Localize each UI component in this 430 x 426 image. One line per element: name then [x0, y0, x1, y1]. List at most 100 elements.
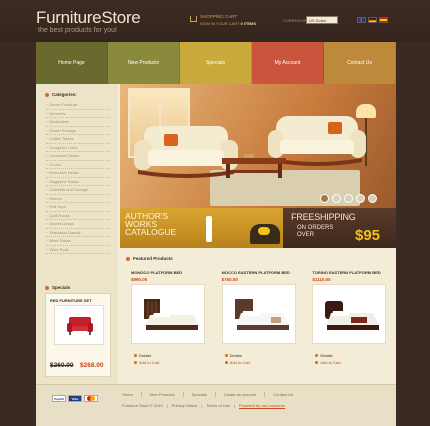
product-name[interactable]: MOCCO EASTERN PLATFORM BED [222, 270, 290, 275]
slide-dot[interactable] [320, 194, 329, 203]
categories-heading: Categories: [45, 92, 77, 97]
on-orders-text: ON ORDERS OVER [297, 225, 333, 239]
terms-link[interactable]: Terms of Use [206, 403, 230, 408]
bullet-icon [45, 92, 49, 97]
main-content: Categories: Home Furniture Armoires Book… [36, 84, 396, 426]
language-flags [357, 17, 388, 23]
slide-dots [320, 194, 377, 203]
product-card: MONOCO PLATFORM BED $990.00 Details Add … [126, 266, 210, 370]
category-item[interactable]: Wine Racks [46, 237, 110, 246]
product-price: $750.50 [221, 277, 238, 282]
copyright-text: Furniture Store © 2010 [122, 403, 163, 408]
category-item[interactable]: Cabinets and Storage [46, 186, 110, 195]
categories-title: Categories: [52, 92, 77, 97]
payment-icons: PayPal VISA [52, 395, 98, 402]
bed-icon [234, 299, 289, 330]
free-shipping-title: FREESHIPPING [291, 212, 356, 222]
product-image[interactable] [131, 284, 205, 344]
slide-dot[interactable] [332, 194, 341, 203]
slide-dot[interactable] [368, 194, 377, 203]
on-orders-line: ON ORDERS [297, 225, 334, 231]
slide-dot[interactable] [356, 194, 365, 203]
nav-new-products[interactable]: New Products [108, 42, 180, 84]
product-name[interactable]: MONOCO PLATFORM BED [131, 270, 182, 275]
category-item[interactable]: Mirrors [46, 195, 110, 203]
nav-specials[interactable]: Specials [180, 42, 252, 84]
flag-german-icon[interactable] [368, 17, 377, 23]
product-card: TORINO EASTERN PLATFORM BED $1110.00 Det… [307, 266, 391, 370]
separator: | [233, 403, 236, 408]
category-list: Home Furniture Armoires Bookcases Closet… [46, 101, 110, 254]
authors-catalogue-banner[interactable]: AUTHOR'S WORKS CATALOGUE [120, 208, 283, 248]
flag-spanish-icon[interactable] [379, 17, 388, 23]
bullet-icon [45, 285, 49, 290]
special-old-price: $260.00 [50, 362, 74, 369]
bed-icon [325, 301, 380, 330]
bed-icon [144, 299, 198, 330]
site-footer: PayPal VISA Home New Products Specials C… [36, 384, 396, 426]
product-details-link[interactable]: Details [225, 353, 242, 358]
add-to-cart-link[interactable]: Add to Cart [134, 360, 159, 365]
footer-link-contact-us[interactable]: Contact Us [265, 392, 301, 397]
separator: | [166, 403, 168, 408]
product-details-link[interactable]: Details [134, 353, 151, 358]
site-logo[interactable]: FurnitureStore [36, 8, 141, 28]
cart-info: NOW IN YOUR CART 0 ITEMS [200, 21, 256, 26]
shopping-cart-link[interactable]: SHOPPING CART [200, 14, 237, 19]
footer-links: Home New Products Specials Create an acc… [122, 392, 301, 397]
category-item[interactable]: Wine Pods [46, 246, 110, 254]
category-item[interactable]: Roll Tops [46, 203, 110, 212]
nav-my-account[interactable]: My Account [252, 42, 324, 84]
specials-heading: Specials [45, 285, 70, 290]
add-to-cart-link[interactable]: Add to Cart [315, 360, 340, 365]
footer-link-new-products[interactable]: New Products [142, 392, 184, 397]
category-item[interactable]: Coffee Tables [46, 135, 110, 144]
armchair-icon [67, 317, 93, 335]
special-product: RED FURNITURE SET $260.00 $268.00 [45, 293, 111, 377]
special-product-name[interactable]: RED FURNITURE SET [50, 298, 92, 303]
coffee-table-icon [222, 154, 286, 178]
product-name[interactable]: TORINO EASTERN PLATFORM BED [312, 270, 380, 275]
nav-contact-us[interactable]: Contact Us [324, 42, 396, 84]
product-details-link[interactable]: Details [315, 353, 332, 358]
add-to-cart-link[interactable]: Add to Cart [225, 360, 250, 365]
bullet-icon [126, 256, 130, 261]
category-item[interactable]: Sauna Lamps [46, 220, 110, 229]
category-item[interactable]: Closet Storage [46, 127, 110, 135]
featured-title: Featured Products [133, 256, 173, 261]
special-product-image[interactable] [54, 305, 104, 345]
cart-icon[interactable] [190, 16, 197, 22]
category-item[interactable]: Computer Desks [46, 152, 110, 161]
category-item[interactable]: Bookcases [46, 118, 110, 127]
category-item[interactable]: Magazine Racks [46, 178, 110, 186]
over-line: OVER [297, 232, 315, 238]
currency-select[interactable]: US Dollar [306, 16, 338, 24]
slide-dot[interactable] [344, 194, 353, 203]
category-item[interactable]: Television Stands [46, 229, 110, 237]
author-line-3: CATALOGUE [125, 227, 177, 237]
footer-link-home[interactable]: Home [122, 392, 142, 397]
free-shipping-banner[interactable]: FREESHIPPING ON ORDERS OVER $95 [283, 208, 396, 248]
category-item[interactable]: Executive Desks [46, 169, 110, 178]
category-item[interactable]: Home Furniture [46, 101, 110, 110]
product-image[interactable] [221, 284, 296, 344]
powered-by-link[interactable]: Powered by osCommerce [239, 403, 285, 408]
product-price: $1110.00 [312, 277, 331, 282]
privacy-link[interactable]: Privacy Notice [172, 403, 198, 408]
authors-catalogue-text: AUTHOR'S WORKS CATALOGUE [125, 212, 177, 237]
specials-title: Specials [52, 285, 71, 290]
product-image[interactable] [312, 284, 387, 344]
footer-link-create-account[interactable]: Create an account [216, 392, 266, 397]
cart-info-prefix: NOW IN YOUR CART [200, 21, 240, 26]
category-item[interactable]: Quilt Racks [46, 212, 110, 220]
flag-english-icon[interactable] [357, 17, 366, 23]
nav-home[interactable]: Home Page [36, 42, 108, 84]
category-item[interactable]: Armoires [46, 110, 110, 118]
hero-slideshow[interactable] [120, 84, 396, 208]
featured-heading: Featured Products [126, 256, 173, 261]
category-item[interactable]: Computer Carts [46, 144, 110, 152]
category-item[interactable]: Curios [46, 161, 110, 169]
featured-products: MONOCO PLATFORM BED $990.00 Details Add … [126, 266, 391, 370]
main-nav: Home Page New Products Specials My Accou… [36, 42, 396, 84]
footer-link-specials[interactable]: Specials [184, 392, 216, 397]
